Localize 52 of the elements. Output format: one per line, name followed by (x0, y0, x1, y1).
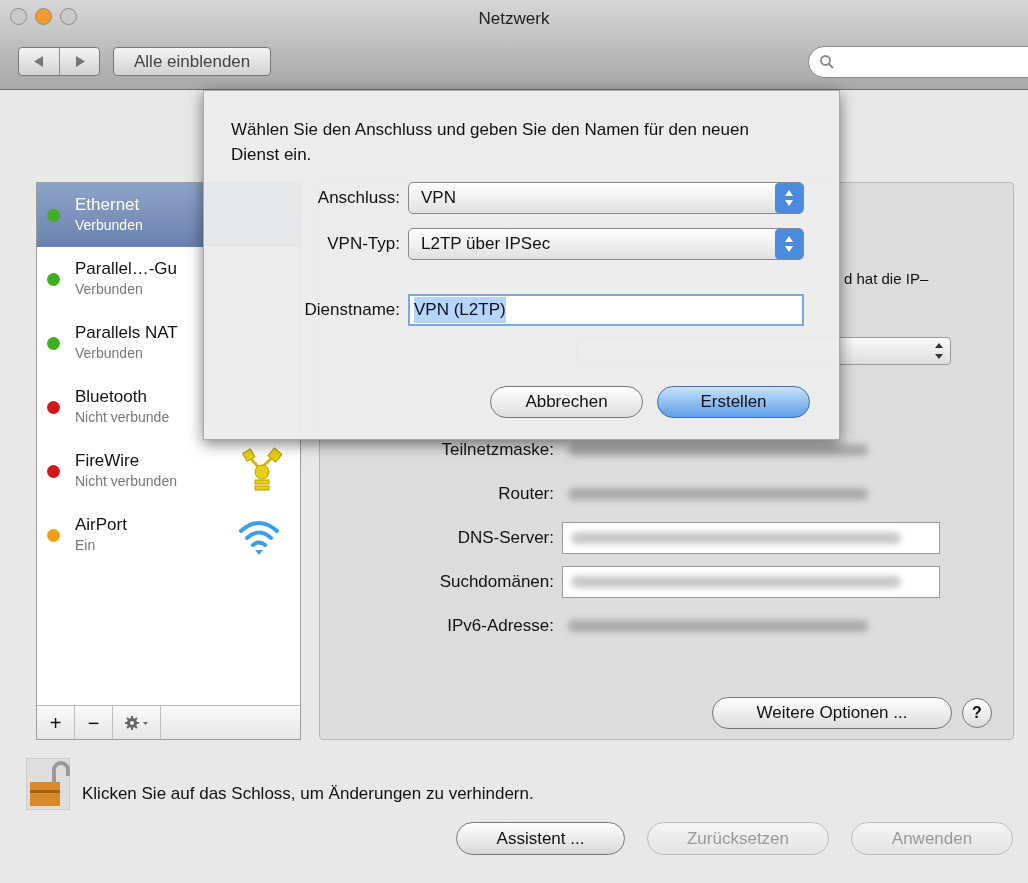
service-name: Ethernet (75, 195, 141, 215)
service-name: FireWire (75, 451, 141, 471)
service-status: Verbunden (75, 280, 144, 299)
firewire-icon (242, 447, 282, 493)
service-name: Parallel…-Gu (75, 259, 178, 279)
help-button[interactable]: ? (962, 698, 992, 728)
service-item[interactable]: AirPort Ein (37, 503, 300, 567)
more-options-button[interactable]: Weitere Optionen ... (712, 697, 952, 729)
service-status: Nicht verbunde (75, 408, 170, 427)
popup-menu[interactable]: L2TP über IPSec (408, 228, 804, 260)
service-status: Verbunden (75, 216, 143, 235)
popup-arrows-icon (775, 229, 803, 259)
field-label: Dienstname: (303, 299, 401, 322)
service-name: Parallels NAT (75, 323, 178, 343)
service-status: Verbunden (75, 344, 144, 363)
close-button[interactable] (10, 8, 27, 25)
popup-value: L2TP über IPSec (421, 233, 551, 256)
lock-hint-text: Klicken Sie auf das Schloss, um Änderungen zu verhindern. (82, 782, 534, 805)
field-label: IPv6-Adresse: (446, 615, 555, 638)
add-button[interactable]: + (37, 706, 75, 739)
field-value: VPN (L2TP) (414, 297, 506, 323)
popup-menu[interactable]: VPN (408, 182, 804, 214)
search-field[interactable] (808, 46, 1028, 78)
create-button[interactable]: Erstellen (657, 386, 810, 418)
assistant-button[interactable]: Assistent ... (456, 822, 625, 855)
search-icon (819, 54, 835, 70)
sheet-prompt: Wählen Sie den Anschluss und geben Sie den Namen für den neuen Dienst ein. (231, 119, 750, 166)
minimize-button[interactable] (35, 8, 52, 25)
show-all-button[interactable]: Alle einblenden (113, 47, 272, 76)
remove-button[interactable]: − (75, 706, 113, 739)
field-label: Router: (497, 483, 555, 506)
popup-arrows-icon (775, 183, 803, 213)
service-status: Nicht verbunden (75, 472, 177, 491)
field-label: DNS-Server: (456, 527, 555, 550)
field-label: Teilnetzmaske: (440, 439, 555, 462)
field-label: VPN-Typ: (326, 233, 401, 256)
service-status: Ein (75, 536, 97, 555)
service-name: AirPort (75, 515, 127, 535)
service-name: Bluetooth (75, 387, 148, 407)
text-field[interactable] (562, 522, 940, 554)
status-text: d hat die IP– (844, 268, 929, 289)
field-label: Anschluss: (316, 187, 401, 210)
service-item[interactable]: FireWire Nicht verbunden (37, 439, 300, 503)
cancel-button[interactable]: Abbrechen (490, 386, 643, 418)
service-name-field[interactable]: VPN (L2TP) (408, 294, 804, 326)
window-title: Netzwerk (477, 8, 551, 30)
field-label: Suchdomänen: (438, 571, 555, 594)
zoom-button[interactable] (60, 8, 77, 25)
open-padlock-icon[interactable] (26, 758, 70, 810)
text-field[interactable] (562, 566, 940, 598)
popup-value: VPN (421, 187, 456, 210)
gear-menu-button[interactable] (123, 714, 150, 731)
